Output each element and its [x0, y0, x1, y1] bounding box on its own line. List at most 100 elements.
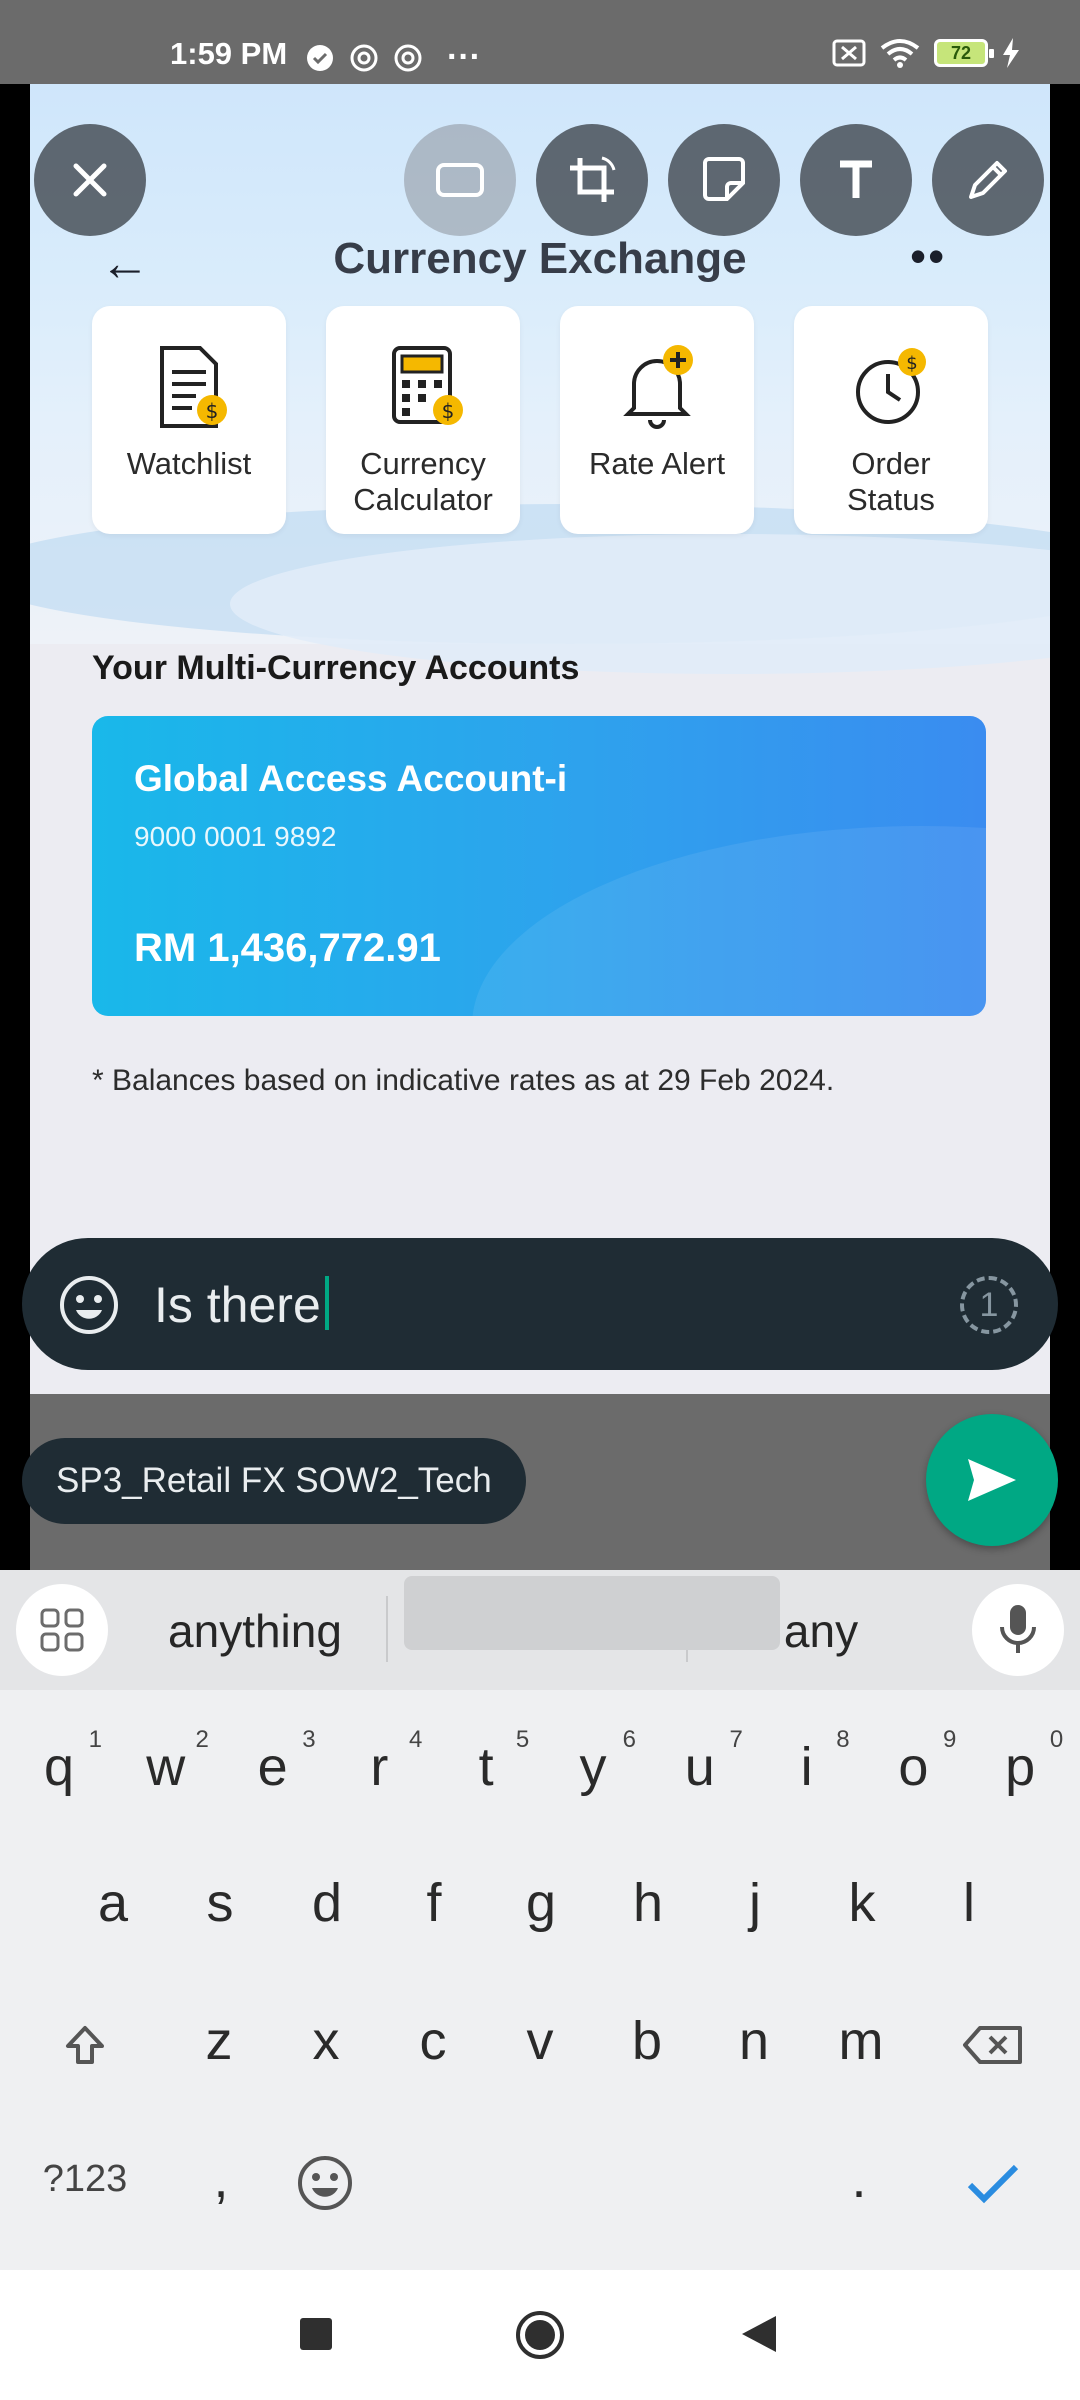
calculator-icon: $	[392, 346, 463, 425]
tile-label: Currency Calculator	[353, 446, 493, 517]
caption-text: Is there	[154, 1277, 321, 1333]
hd-icon	[436, 163, 484, 197]
space-key[interactable]	[404, 1576, 780, 1650]
at-sign-icon	[394, 44, 422, 71]
back-icon[interactable]	[740, 2314, 780, 2354]
symbols-key[interactable]: ?123	[30, 2114, 140, 2244]
image-preview[interactable]: ← Currency Exchange •• $ Watchlist $ Cur…	[30, 84, 1050, 1394]
apps-grid-icon	[40, 1608, 84, 1652]
balance-note: * Balances based on indicative rates as …	[92, 1064, 835, 1097]
draw-button[interactable]	[932, 124, 1044, 236]
emoji-icon[interactable]	[58, 1274, 120, 1336]
send-icon	[968, 1459, 1016, 1501]
recents-icon[interactable]	[298, 2316, 334, 2352]
key-n[interactable]: n	[701, 1976, 807, 2106]
voice-input-button[interactable]	[972, 1584, 1064, 1676]
key-row-3: zxcvbnm	[0, 1976, 1080, 2106]
sticker-icon	[703, 157, 745, 201]
tile-rate-alert: Rate Alert	[560, 306, 754, 534]
svg-text:$: $	[442, 399, 455, 423]
key-u[interactable]: u7	[647, 1702, 753, 1832]
enter-key[interactable]	[940, 2114, 1046, 2244]
status-time: 1:59 PM	[170, 36, 288, 71]
key-g[interactable]: g	[488, 1838, 594, 1968]
key-y[interactable]: y6	[540, 1702, 646, 1832]
sticker-button[interactable]	[668, 124, 780, 236]
key-s[interactable]: s	[167, 1838, 273, 1968]
tile-watchlist: $ Watchlist	[92, 306, 286, 534]
at-sign-icon	[350, 44, 378, 71]
status-bar: 1:59 PM ··· 72	[0, 0, 1080, 84]
key-c[interactable]: c	[380, 1976, 486, 2106]
key-v[interactable]: v	[487, 1976, 593, 2106]
key-b[interactable]: b	[594, 1976, 700, 2106]
account-card: Global Access Account-i 9000 0001 9892 R…	[92, 716, 986, 1016]
send-button[interactable]	[926, 1414, 1058, 1546]
backspace-icon	[963, 2025, 1022, 2064]
clock-icon: $	[856, 348, 926, 424]
svg-text:$: $	[906, 353, 917, 374]
tile-label: Rate Alert	[588, 446, 726, 481]
emoji-key[interactable]	[272, 2114, 378, 2244]
shift-icon	[66, 2025, 104, 2064]
emoji-icon	[298, 2155, 352, 2210]
crop-rotate-button[interactable]	[536, 124, 648, 236]
key-o[interactable]: o9	[860, 1702, 966, 1832]
key-row-4: ?123 , .	[0, 2114, 1080, 2244]
close-button[interactable]	[34, 124, 146, 236]
system-icons: 72	[832, 38, 1020, 68]
key-w[interactable]: w2	[113, 1702, 219, 1832]
account-balance: RM 1,436,772.91	[134, 926, 441, 970]
svg-text:$: $	[206, 399, 219, 423]
pencil-icon	[969, 161, 1007, 199]
more-options-icon: ••	[910, 230, 947, 282]
comma-key[interactable]: ,	[168, 2114, 274, 2244]
bell-plus-icon	[623, 345, 693, 429]
key-m[interactable]: m	[808, 1976, 914, 2106]
caption-text-field[interactable]: Is there	[154, 1276, 329, 1334]
tile-order-status: $ Order Status	[794, 306, 988, 534]
more-notifications-icon: ···	[447, 38, 481, 76]
microphone-icon	[1000, 1605, 1036, 1653]
key-d[interactable]: d	[274, 1838, 380, 1968]
section-title: Your Multi-Currency Accounts	[92, 649, 580, 687]
text-tool-button[interactable]	[800, 124, 912, 236]
key-i[interactable]: i8	[754, 1702, 860, 1832]
view-once-button[interactable]: 1	[960, 1276, 1018, 1334]
notification-icons: ···	[305, 38, 481, 77]
account-number: 9000 0001 9892	[134, 821, 337, 852]
suggestion-1[interactable]: anything	[130, 1604, 380, 1658]
text-icon	[840, 160, 872, 198]
key-t[interactable]: t5	[433, 1702, 539, 1832]
key-e[interactable]: e3	[220, 1702, 326, 1832]
key-q[interactable]: q1	[6, 1702, 112, 1832]
keyboard-menu-button[interactable]	[16, 1584, 108, 1676]
key-r[interactable]: r4	[326, 1702, 432, 1832]
backspace-key[interactable]	[940, 1976, 1046, 2106]
key-l[interactable]: l	[916, 1838, 1022, 1968]
checkmark-icon	[967, 2164, 1019, 2203]
shift-key[interactable]	[32, 1976, 138, 2106]
key-row-1: q1w2e3r4t5y6u7i8o9p0	[0, 1702, 1080, 1832]
period-key[interactable]: .	[806, 2114, 912, 2244]
close-icon	[73, 163, 107, 197]
hd-quality-button[interactable]	[404, 124, 516, 236]
charging-icon	[1003, 38, 1019, 68]
key-f[interactable]: f	[381, 1838, 487, 1968]
key-x[interactable]: x	[273, 1976, 379, 2106]
key-j[interactable]: j	[702, 1838, 808, 1968]
quick-action-tiles: $ Watchlist $ Currency Calculator Rate A…	[92, 306, 988, 534]
key-p[interactable]: p0	[967, 1702, 1073, 1832]
key-a[interactable]: a	[60, 1838, 166, 1968]
key-h[interactable]: h	[595, 1838, 701, 1968]
screen: 1:59 PM ··· 72 ← Currency Exchange •• $ …	[0, 0, 1080, 2400]
crop-rotate-icon	[570, 156, 616, 202]
key-z[interactable]: z	[166, 1976, 272, 2106]
page-title: Currency Exchange	[333, 234, 747, 283]
home-icon[interactable]	[515, 2310, 565, 2360]
recipient-chip[interactable]: SP3_Retail FX SOW2_Tech	[22, 1438, 526, 1524]
caption-input[interactable]: Is there 1	[22, 1238, 1058, 1370]
key-row-2: asdfghjkl	[0, 1838, 1080, 1968]
key-k[interactable]: k	[809, 1838, 915, 1968]
navigation-bar	[0, 2270, 1080, 2400]
